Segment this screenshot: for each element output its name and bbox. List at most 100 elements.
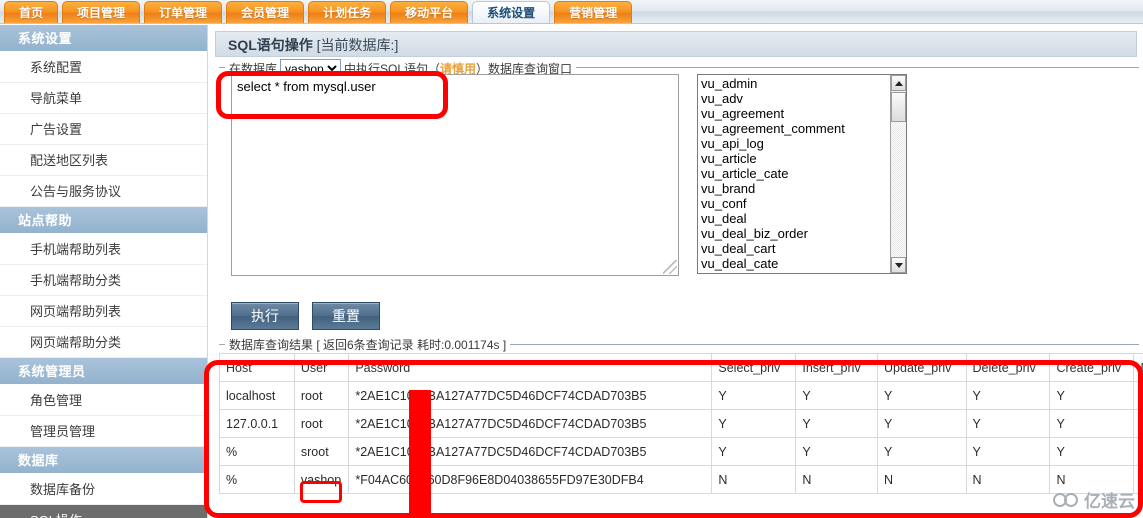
table-list-item[interactable]: vu_article (701, 151, 890, 166)
sidebar-item-2-0[interactable]: 角色管理 (0, 385, 207, 416)
table-cell: *2AE1C1004BA127A77DC5D46DCF74CDAD703B5 (348, 437, 713, 466)
table-list-item[interactable]: vu_deal_cart (701, 241, 890, 256)
table-list-item[interactable]: vu_admin (701, 76, 890, 91)
table-cell: Y (877, 437, 967, 466)
column-header-4: Insert_priv (795, 353, 879, 382)
table-cell: Y (1049, 381, 1135, 410)
table-body: localhost root *2AE1C1004BA127A77DC5D46DCF… (219, 381, 1143, 494)
sidebar-item-0-3[interactable]: 配送地区列表 (0, 145, 207, 176)
sidebar-item-2-1[interactable]: 管理员管理 (0, 416, 207, 447)
table-cell: Y (877, 381, 967, 410)
nav-tab-6[interactable]: 系统设置 (472, 1, 551, 23)
table-row: localhost root *2AE1C1004BA127A77DC5D46DCF… (219, 381, 1143, 410)
sidebar-item-0-2[interactable]: 广告设置 (0, 114, 207, 145)
table-list-item[interactable]: vu_brand (701, 181, 890, 196)
column-header-5: Update_priv (877, 353, 967, 382)
column-header-2: Password (348, 353, 713, 382)
table-cell: 127.0.0.1 (219, 409, 295, 438)
nav-tab-4[interactable]: 计划任务 (308, 1, 387, 23)
table-list-item[interactable]: vu_conf (701, 196, 890, 211)
nav-tab-2[interactable]: 订单管理 (144, 1, 223, 23)
table-list-item[interactable]: vu_agreement_comment (701, 121, 890, 136)
table-cell: % (219, 437, 295, 466)
table-list-item[interactable]: vu_deal_cate (701, 256, 890, 271)
result-fieldset: 数据库查询结果 [ 返回6条查询记录 耗时:0.001174s ] Host Us… (219, 336, 1143, 494)
table-cell: vashop (293, 465, 350, 494)
sidebar-item-1-3[interactable]: 网页端帮助分类 (0, 327, 207, 358)
table-cell: Y (1133, 437, 1143, 466)
scroll-down-arrow-icon[interactable] (891, 257, 906, 273)
table-cell: Y (1133, 381, 1143, 410)
reset-button[interactable]: 重置 (312, 302, 380, 330)
sql-input[interactable] (231, 74, 679, 276)
sidebar-group-2: 系统管理员 (0, 358, 207, 385)
scroll-up-arrow-icon[interactable] (891, 75, 906, 91)
sidebar-item-0-1[interactable]: 导航菜单 (0, 83, 207, 114)
nav-tab-0[interactable]: 首页 (4, 1, 59, 23)
page-title: SQL语句操作 [当前数据库:] (215, 31, 1137, 57)
table-list-box: vu_admin vu_adv vu_agreement vu_agreement_c… (697, 74, 907, 274)
result-legend: 数据库查询结果 [ 返回6条查询记录 耗时:0.001174s ] (225, 336, 511, 353)
column-header-6: Delete_priv (965, 353, 1051, 382)
sidebar-item-1-2[interactable]: 网页端帮助列表 (0, 296, 207, 327)
table-row: 127.0.0.1 root *2AE1C1004BA127A77DC5D46DCF… (219, 409, 1143, 438)
result-table: Host User Password Select_priv Insert_priv Up… (219, 353, 1143, 494)
table-cell: root (293, 381, 350, 410)
table-list-scrollbar[interactable] (890, 75, 906, 273)
sidebar-group-3: 数据库 (0, 447, 207, 474)
table-list-item[interactable]: vu_deal_biz_order (701, 226, 890, 241)
table-cell: Y (1049, 409, 1135, 438)
sidebar-group-0: 系统设置 (0, 25, 207, 52)
query-fieldset: 在数据库 vashop 中执行SQL语句（ 请慎用 ）数据库查询窗口 vu_ad… (219, 59, 1139, 330)
sidebar-navigation: 系统设置 系统配置 导航菜单 广告设置 配送地区列表 公告与服务协议 站点帮助 手机端帮助列表… (0, 25, 208, 518)
table-row: % sroot *2AE1C1004BA127A77DC5D46DCF74CDAD7… (219, 437, 1143, 466)
column-header-3: Select_priv (711, 353, 797, 382)
table-cell: Y (711, 381, 797, 410)
column-header-0: Host (219, 353, 295, 382)
execute-button[interactable]: 执行 (231, 302, 299, 330)
table-row: % vashop *F04AC600F60D8F96E8D04038655FD97E… (219, 465, 1143, 494)
table-cell: % (219, 465, 295, 494)
column-header-8: Drop_priv (1133, 353, 1143, 382)
table-cell: N (877, 465, 967, 494)
nav-tab-7[interactable]: 营销管理 (554, 1, 633, 23)
table-cell: root (293, 409, 350, 438)
table-cell: Y (1049, 437, 1135, 466)
sidebar-item-0-4[interactable]: 公告与服务协议 (0, 176, 207, 207)
table-cell: Y (795, 409, 879, 438)
table-cell: N (795, 465, 879, 494)
table-list[interactable]: vu_admin vu_adv vu_agreement vu_agreement_c… (698, 75, 890, 273)
column-header-7: Create_priv (1049, 353, 1135, 382)
table-cell: Y (965, 437, 1051, 466)
table-cell: *2AE1C1004BA127A77DC5D46DCF74CDAD703B5 (348, 381, 713, 410)
top-navigation-bar: 首页 项目管理 订单管理 会员管理 计划任务 移动平台 系统设置 营销管理 (0, 0, 1143, 24)
table-cell: N (965, 465, 1051, 494)
table-list-item[interactable]: vu_article_cate (701, 166, 890, 181)
scrollbar-thumb[interactable] (891, 92, 906, 122)
sidebar-item-0-0[interactable]: 系统配置 (0, 52, 207, 83)
nav-tab-3[interactable]: 会员管理 (226, 1, 305, 23)
table-header-row: Host User Password Select_priv Insert_priv Up… (219, 353, 1143, 382)
table-cell: *2AE1C1004BA127A77DC5D46DCF74CDAD703B5 (348, 409, 713, 438)
sidebar-item-3-0[interactable]: 数据库备份 (0, 474, 207, 505)
table-cell: N (1049, 465, 1135, 494)
table-cell: Y (711, 437, 797, 466)
column-header-1: User (293, 353, 350, 382)
table-cell: Y (877, 409, 967, 438)
table-list-item[interactable]: vu_api_log (701, 136, 890, 151)
nav-tab-1[interactable]: 项目管理 (62, 1, 141, 23)
table-list-item[interactable]: vu_agreement (701, 106, 890, 121)
action-button-row: 执行 重置 (231, 302, 1139, 330)
table-list-item[interactable]: vu_deal (701, 211, 890, 226)
nav-tab-5[interactable]: 移动平台 (390, 1, 469, 23)
page-title-main: SQL语句操作 (228, 37, 313, 53)
sidebar-group-1: 站点帮助 (0, 207, 207, 234)
sidebar-item-3-1[interactable]: SQL操作 (0, 505, 207, 518)
sidebar-item-1-1[interactable]: 手机端帮助分类 (0, 265, 207, 296)
table-cell: Y (711, 409, 797, 438)
table-cell: N (711, 465, 797, 494)
sidebar-item-1-0[interactable]: 手机端帮助列表 (0, 234, 207, 265)
page-title-sub: [当前数据库:] (316, 37, 399, 53)
table-cell: N (1133, 465, 1143, 494)
table-list-item[interactable]: vu_adv (701, 91, 890, 106)
